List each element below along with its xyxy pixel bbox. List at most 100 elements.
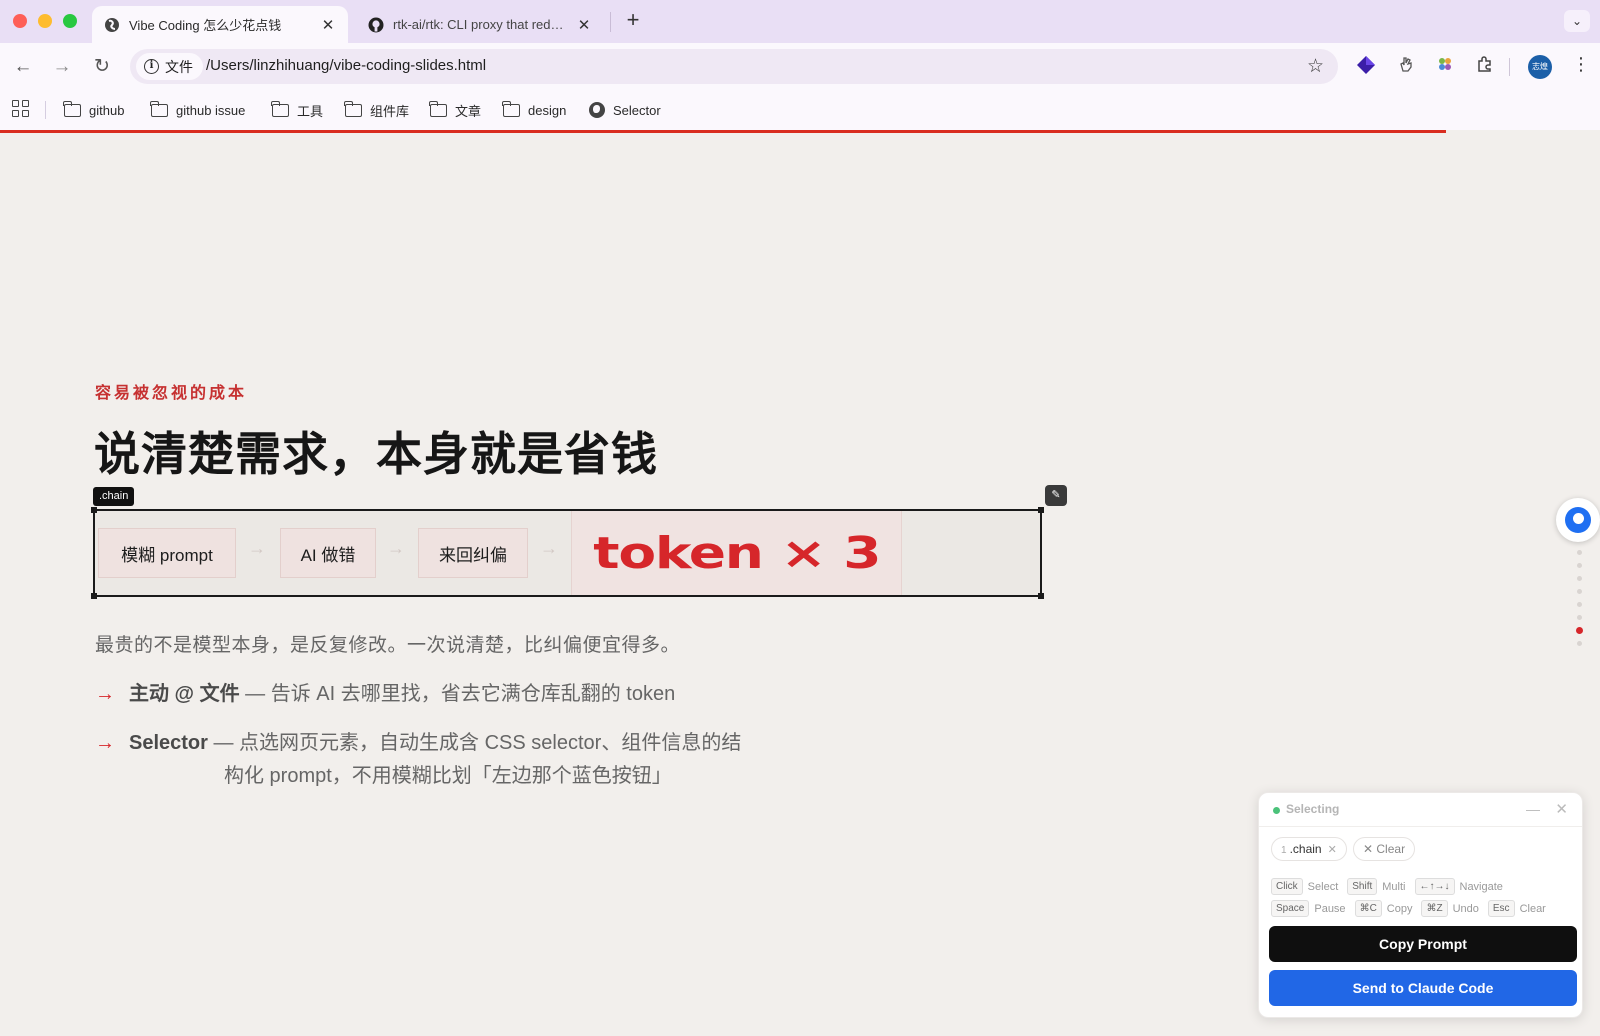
globe-icon <box>589 102 605 118</box>
panel-status: Selecting <box>1286 802 1340 816</box>
site-info-chip[interactable]: i 文件 <box>136 53 203 80</box>
bookmark-articles[interactable]: 文章 <box>429 98 482 122</box>
bookmark-star-icon[interactable]: ☆ <box>1307 55 1324 78</box>
bookmark-design[interactable]: design <box>502 98 566 122</box>
bullet-strong: 主动 @ 文件 <box>129 683 240 705</box>
extension-diamond-icon[interactable] <box>1355 55 1377 77</box>
bookmarks-bar: github github issue 工具 组件库 文章 design Sel… <box>0 90 1600 130</box>
shortcut-label: Pause <box>1314 902 1346 915</box>
forward-icon[interactable]: → <box>50 55 74 79</box>
window-minimize-button[interactable] <box>38 14 52 28</box>
bookmark-github-issue[interactable]: github issue <box>150 98 245 122</box>
address-bar[interactable]: i 文件 /Users/linzhihuang/vibe-coding-slid… <box>130 49 1338 84</box>
bookmark-selector[interactable]: Selector <box>589 98 661 122</box>
clear-selection-button[interactable]: ✕ Clear <box>1353 837 1416 861</box>
selection-handle[interactable] <box>91 593 97 599</box>
selected-element-chip[interactable]: 1 .chain ✕ <box>1271 837 1347 861</box>
tab-search-button[interactable]: ⌄ <box>1564 10 1590 32</box>
close-icon[interactable]: ✕ <box>1555 800 1568 818</box>
tab-close-icon[interactable]: ✕ <box>576 16 592 34</box>
clear-icon: ✕ <box>1363 842 1377 856</box>
shortcut-key: Click <box>1271 878 1303 895</box>
slide-nav-dot[interactable] <box>1577 602 1582 607</box>
slide-eyebrow: 容易被忽视的成本 <box>95 385 248 402</box>
selection-handle[interactable] <box>1038 593 1044 599</box>
folder-icon <box>502 100 520 117</box>
bookmark-github[interactable]: github <box>63 98 125 122</box>
bookmark-components[interactable]: 组件库 <box>344 98 410 122</box>
selection-handle[interactable] <box>1038 507 1044 513</box>
bullet-arrow-icon: → <box>95 732 115 754</box>
github-icon <box>368 17 384 32</box>
bookmark-label: github <box>89 102 125 118</box>
bookmark-label: 文章 <box>455 103 482 119</box>
slide-nav-dot[interactable] <box>1577 589 1582 594</box>
tab-rtk[interactable]: rtk-ai/rtk: CLI proxy that reduces ✕ <box>360 6 600 43</box>
remove-selection-icon[interactable]: ✕ <box>1328 844 1337 856</box>
bookmark-label: 组件库 <box>370 103 410 119</box>
window-close-button[interactable] <box>13 14 27 28</box>
status-indicator <box>1273 807 1280 814</box>
shortcut-label: Navigate <box>1459 880 1503 893</box>
slide-headline: 说清楚需求，本身就是省钱 <box>94 428 658 480</box>
extension-flower-icon[interactable] <box>1434 55 1456 77</box>
bookmarks-divider <box>45 101 46 119</box>
bullet-text-continued: 构化 prompt，不用模糊比划「左边那个蓝色按钮」 <box>224 765 672 787</box>
shortcut-row: Space Pause ⌘C Copy ⌘Z Undo Esc Clear <box>1271 900 1555 917</box>
bookmark-tools[interactable]: 工具 <box>271 98 324 122</box>
slide-nav-dot[interactable] <box>1577 615 1582 620</box>
back-icon[interactable]: ← <box>11 55 35 79</box>
shortcut-key: Shift <box>1347 878 1378 895</box>
folder-icon <box>429 100 447 117</box>
chain-step-ai-wrong: AI 做错 <box>280 528 376 578</box>
selection-index: 1 <box>1281 845 1287 856</box>
tab-close-icon[interactable]: ✕ <box>320 16 336 34</box>
shortcut-key: ⌘Z <box>1421 900 1448 917</box>
selection-handle[interactable] <box>91 507 97 513</box>
cost-chain[interactable]: 模糊 prompt → AI 做错 → 来回纠偏 → token × 3 <box>91 507 1044 599</box>
slide-subtitle: 最贵的不是模型本身，是反复修改。一次说清楚，比纠偏便宜得多。 <box>95 635 681 656</box>
edit-pencil-icon[interactable]: ✎ <box>1045 485 1067 506</box>
slide-nav-dot[interactable] <box>1577 563 1582 568</box>
slide-nav-dot[interactable] <box>1577 641 1582 646</box>
browser-toolbar: ← → ↻ i 文件 /Users/linzhihuang/vibe-codin… <box>0 43 1600 90</box>
new-tab-button[interactable]: + <box>622 9 644 31</box>
token-multiplier-label: token × 3 <box>592 527 881 579</box>
window-zoom-button[interactable] <box>63 14 77 28</box>
tab-divider <box>610 12 611 32</box>
extensions-puzzle-icon[interactable] <box>1474 55 1496 77</box>
tab-bar: Vibe Coding 怎么少花点钱 ✕ rtk-ai/rtk: CLI pro… <box>0 0 1600 43</box>
slide-progress-bar <box>0 130 1446 133</box>
slide-nav-dot[interactable] <box>1577 550 1582 555</box>
reload-icon[interactable]: ↻ <box>90 55 114 79</box>
chain-token-result: token × 3 <box>571 511 902 595</box>
bookmark-label: 工具 <box>297 103 324 119</box>
profile-avatar[interactable]: 志煌 <box>1528 55 1552 79</box>
slide-nav-dot-active[interactable] <box>1576 627 1583 634</box>
apps-grid-icon[interactable] <box>12 100 29 117</box>
extension-hand-icon[interactable] <box>1395 55 1417 77</box>
shortcut-key: Space <box>1271 900 1310 917</box>
chain-step-vague-prompt: 模糊 prompt <box>98 528 236 578</box>
send-to-claude-code-button[interactable]: Send to Claude Code <box>1269 970 1577 1006</box>
minimize-icon[interactable]: — <box>1526 801 1540 817</box>
globe-icon <box>105 17 119 32</box>
more-menu-icon[interactable]: ⋮ <box>1572 54 1590 75</box>
panel-header: Selecting — ✕ <box>1259 793 1582 827</box>
tab-title: rtk-ai/rtk: CLI proxy that reduces <box>393 17 568 32</box>
bullet-strong: Selector <box>129 732 208 754</box>
copy-prompt-button[interactable]: Copy Prompt <box>1269 926 1577 962</box>
url-text[interactable]: /Users/linzhihuang/vibe-coding-slides.ht… <box>206 57 486 74</box>
chain-arrow-icon: → <box>248 538 266 558</box>
bullet-text: — 点选网页元素，自动生成含 CSS selector、组件信息的结 <box>207 732 742 754</box>
slide-nav-dot[interactable] <box>1577 576 1582 581</box>
clear-label: Clear <box>1376 842 1406 856</box>
selector-panel: Selecting — ✕ 1 .chain ✕ ✕ Clear Click Sele… <box>1258 792 1583 1018</box>
tab-vibe-coding[interactable]: Vibe Coding 怎么少花点钱 ✕ <box>92 6 348 43</box>
shortcut-row: Click Select Shift Multi ←↑→↓ Navigate <box>1271 878 1512 895</box>
shortcut-key: ←↑→↓ <box>1414 878 1455 895</box>
chain-step-back-and-forth: 来回纠偏 <box>418 528 528 578</box>
selector-launcher-icon[interactable] <box>1556 498 1600 542</box>
chain-arrow-icon: → <box>540 538 558 558</box>
shortcut-label: Multi <box>1382 880 1406 893</box>
